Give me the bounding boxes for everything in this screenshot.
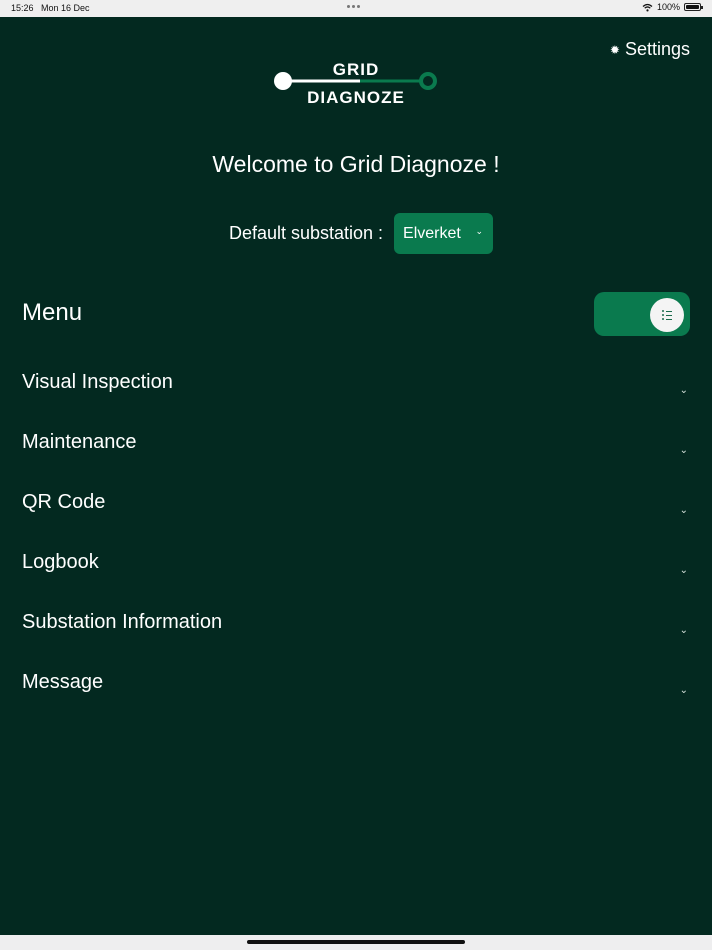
chevron-down-icon: ⌄: [679, 505, 688, 516]
battery-icon: [684, 3, 703, 11]
default-substation-label: Default substation :: [228, 223, 384, 243]
menu-title: Menu: [22, 299, 83, 326]
menu-item-maintenance[interactable]: Maintenance ⌄: [22, 431, 690, 471]
menu-item-label: Maintenance: [22, 431, 137, 453]
menu-item-label: QR Code: [22, 491, 106, 513]
settings-label: Settings: [624, 39, 690, 59]
chevron-down-icon: ⌄: [679, 565, 688, 576]
toggle-knob: [650, 298, 684, 332]
chevron-down-icon: ⌄: [679, 445, 688, 456]
menu-item-label: Logbook: [22, 551, 99, 573]
substation-dropdown-value: Elverket: [403, 224, 461, 242]
app-screen: ✹ Settings GRID DIAGNOZE Welcome to Grid…: [0, 17, 712, 935]
chevron-down-icon: ⌄: [679, 685, 688, 696]
multitasking-dots-icon[interactable]: [347, 5, 360, 8]
home-area: [0, 935, 712, 950]
logo-text-diagnoze: DIAGNOZE: [307, 88, 405, 107]
status-right: 100%: [642, 2, 703, 12]
menu-item-message[interactable]: Message ⌄: [22, 671, 690, 711]
menu-item-label: Substation Information: [22, 611, 223, 633]
chevron-down-icon: ⌄: [679, 625, 688, 636]
status-time: 15:26: [11, 3, 34, 13]
substation-dropdown[interactable]: Elverket ⌄: [394, 213, 494, 254]
battery-percent: 100%: [656, 2, 680, 12]
list-icon: [662, 310, 672, 320]
status-date: Mon 16 Dec: [41, 3, 90, 13]
menu-item-qr-code[interactable]: QR Code ⌄: [22, 491, 690, 531]
menu-item-substation-information[interactable]: Substation Information ⌄: [22, 611, 690, 651]
default-substation-row: Default substation : Elverket ⌄: [0, 213, 712, 254]
wifi-icon: [642, 3, 653, 11]
menu-view-toggle[interactable]: [594, 292, 690, 336]
status-bar: 15:26 Mon 16 Dec 100%: [0, 0, 712, 17]
grid-diagnoze-logo: GRID DIAGNOZE: [274, 60, 437, 107]
logo-text-grid: GRID: [333, 60, 380, 79]
gear-icon: ✹: [609, 42, 620, 57]
menu-item-label: Visual Inspection: [22, 371, 173, 393]
menu-item-visual-inspection[interactable]: Visual Inspection ⌄: [22, 371, 690, 411]
chevron-down-icon: ⌄: [475, 226, 484, 236]
welcome-heading: Welcome to Grid Diagnoze !: [212, 151, 500, 177]
home-indicator[interactable]: [247, 940, 465, 944]
chevron-down-icon: ⌄: [679, 385, 688, 396]
settings-button[interactable]: ✹ Settings: [610, 39, 690, 60]
menu-item-label: Message: [22, 671, 104, 693]
menu-item-logbook[interactable]: Logbook ⌄: [22, 551, 690, 591]
